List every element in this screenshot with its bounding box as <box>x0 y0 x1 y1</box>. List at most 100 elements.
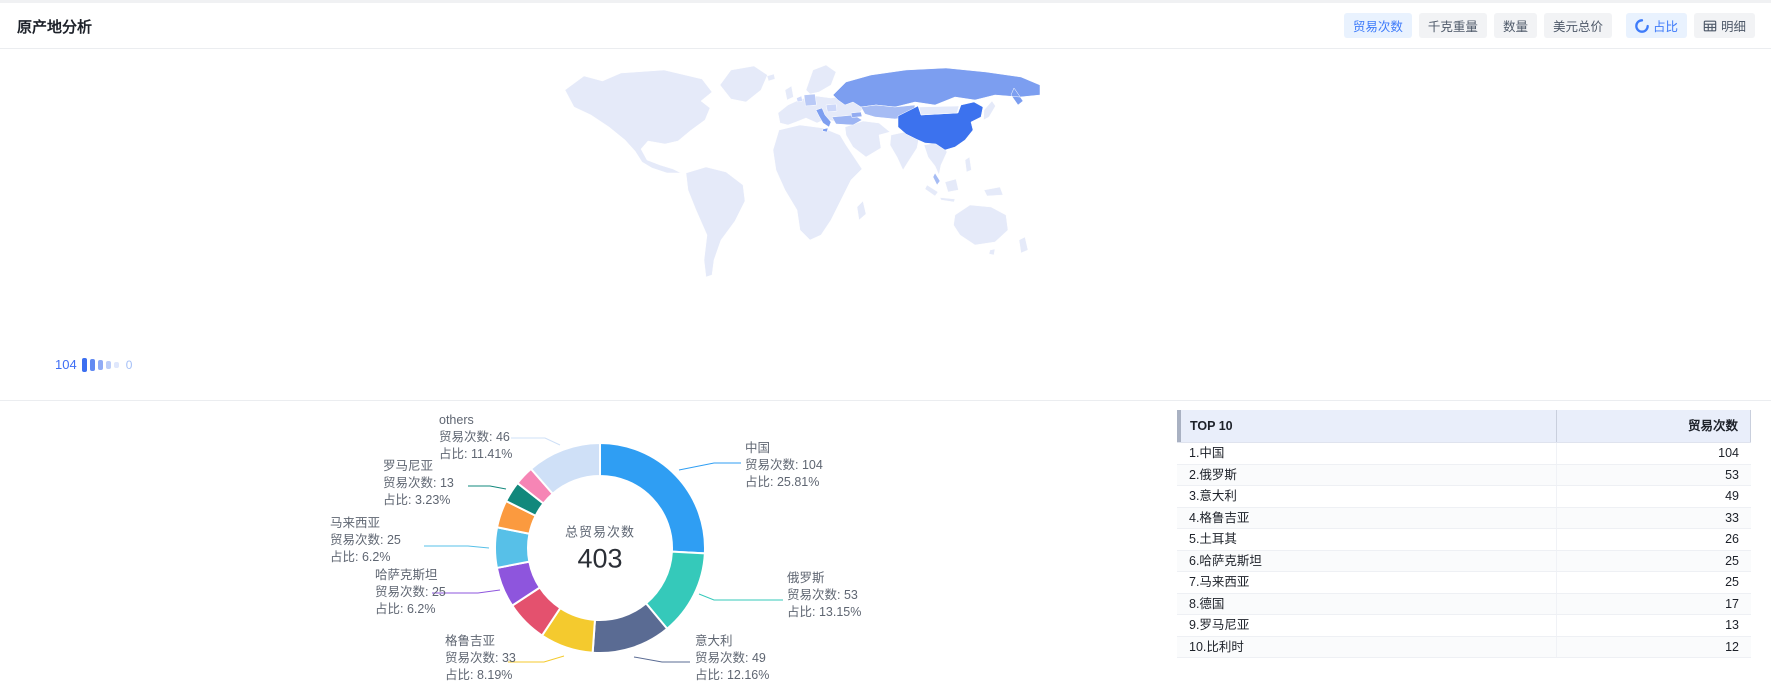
donut-label-kazakhstan: 哈萨克斯坦贸易次数: 25占比: 6.2% <box>375 567 446 618</box>
table-row-3[interactable]: 3.意大利49 <box>1177 486 1751 508</box>
map-landmass-sumatra <box>925 185 938 196</box>
table-cell-country: 1.中国 <box>1177 443 1557 464</box>
donut-leader-georgia <box>508 656 564 662</box>
map-landmass-philippines <box>965 157 972 172</box>
table-cell-value: 26 <box>1557 529 1751 550</box>
donut-label-georgia: 格鲁吉亚贸易次数: 33占比: 8.19% <box>445 633 516 684</box>
map-region-belgium[interactable] <box>797 96 803 102</box>
map-landmass-greenland <box>720 66 768 102</box>
top10-table: TOP 10 贸易次数 1.中国1042.俄罗斯533.意大利494.格鲁吉亚3… <box>1177 410 1751 658</box>
panel-header: 原产地分析 贸易次数千克重量数量美元总价占比明细 <box>0 3 1771 49</box>
toolbar-button-trade-count[interactable]: 贸易次数 <box>1344 13 1412 38</box>
donut-chart <box>0 401 1100 695</box>
donut-leader-russia <box>699 594 783 600</box>
table-cell-country: 9.罗马尼亚 <box>1177 615 1557 636</box>
table-row-6[interactable]: 6.哈萨克斯坦25 <box>1177 551 1751 573</box>
donut-center-value: 403 <box>565 544 635 575</box>
donut-label-china: 中国贸易次数: 104占比: 25.81% <box>745 440 823 491</box>
map-landmass-new-zealand <box>1019 237 1028 253</box>
map-landmass-madagascar <box>857 201 866 220</box>
table-cell-country: 3.意大利 <box>1177 486 1557 507</box>
map-legend-bar-4 <box>114 362 119 368</box>
donut-label-malaysia: 马来西亚贸易次数: 25占比: 6.2% <box>330 515 401 566</box>
map-region-germany[interactable] <box>804 94 817 106</box>
table-cell-value: 13 <box>1557 615 1751 636</box>
donut-label-romania: 罗马尼亚贸易次数: 13占比: 3.23% <box>383 458 454 509</box>
bottom-section: 总贸易次数 403 中国贸易次数: 104占比: 25.81% 俄罗斯贸易次数: … <box>0 401 1771 695</box>
map-region-romania[interactable] <box>826 104 837 112</box>
map-legend-bar-2 <box>98 360 103 370</box>
origin-analysis-panel: 原产地分析 贸易次数千克重量数量美元总价占比明细 <box>0 0 1771 695</box>
map-legend-bar-0 <box>82 358 87 372</box>
map-landmass-borneo <box>945 179 959 192</box>
table-cell-value: 49 <box>1557 486 1751 507</box>
page-title: 原产地分析 <box>17 16 92 37</box>
table-cell-country: 4.格鲁吉亚 <box>1177 508 1557 529</box>
map-legend[interactable]: 104 0 <box>55 357 132 372</box>
map-legend-bar-3 <box>106 361 111 369</box>
pie-chart-icon <box>1635 19 1649 33</box>
map-landmass-middle-east <box>845 121 890 157</box>
map-landmass-japan <box>984 101 996 120</box>
map-landmass-australia <box>954 205 1009 245</box>
map-landmass-uk <box>785 86 794 100</box>
table-cell-value: 12 <box>1557 637 1751 658</box>
map-section: 104 0 <box>0 49 1771 401</box>
table-cell-country: 6.哈萨克斯坦 <box>1177 551 1557 572</box>
table-row-2[interactable]: 2.俄罗斯53 <box>1177 465 1751 487</box>
table-body: 1.中国1042.俄罗斯533.意大利494.格鲁吉亚335.土耳其266.哈萨… <box>1177 443 1751 658</box>
table-row-5[interactable]: 5.土耳其26 <box>1177 529 1751 551</box>
donut-leader-others <box>511 438 560 445</box>
map-landmass-new-guinea <box>984 187 1003 196</box>
map-legend-bar-1 <box>90 359 95 371</box>
donut-leader-malaysia <box>424 546 489 548</box>
table-cell-value: 33 <box>1557 508 1751 529</box>
donut-label-others: others贸易次数: 46占比: 11.41% <box>439 412 512 463</box>
map-landmass-iceland <box>767 74 775 81</box>
table-row-7[interactable]: 7.马来西亚25 <box>1177 572 1751 594</box>
table-row-8[interactable]: 8.德国17 <box>1177 594 1751 616</box>
toolbar-button-quantity[interactable]: 数量 <box>1494 13 1537 38</box>
table-cell-country: 8.德国 <box>1177 594 1557 615</box>
donut-center-label: 总贸易次数 <box>565 522 635 541</box>
toolbar: 贸易次数千克重量数量美元总价占比明细 <box>1337 13 1755 38</box>
donut-label-russia: 俄罗斯贸易次数: 53占比: 13.15% <box>787 570 861 621</box>
map-region-russia[interactable] <box>833 68 1040 107</box>
toolbar-button-detail[interactable]: 明细 <box>1694 13 1755 38</box>
table-header-row: TOP 10 贸易次数 <box>1177 410 1751 443</box>
table-cell-country: 10.比利时 <box>1177 637 1557 658</box>
toolbar-button-kg-weight[interactable]: 千克重量 <box>1419 13 1487 38</box>
toolbar-button-usd-total[interactable]: 美元总价 <box>1544 13 1612 38</box>
table-row-10[interactable]: 10.比利时12 <box>1177 637 1751 659</box>
table-cell-value: 17 <box>1557 594 1751 615</box>
table-grid-icon <box>1703 19 1717 33</box>
map-landmass-africa <box>773 125 862 240</box>
donut-label-italy: 意大利贸易次数: 49占比: 12.16% <box>695 633 769 684</box>
map-legend-bars <box>82 358 122 372</box>
table-cell-country: 2.俄罗斯 <box>1177 465 1557 486</box>
map-legend-min: 0 <box>126 358 133 372</box>
table-row-4[interactable]: 4.格鲁吉亚33 <box>1177 508 1751 530</box>
map-landmass-north-america <box>565 70 712 173</box>
map-region-georgia[interactable] <box>851 112 862 118</box>
table-cell-value: 53 <box>1557 465 1751 486</box>
donut-leader-romania <box>468 486 506 489</box>
table-cell-value: 104 <box>1557 443 1751 464</box>
table-cell-country: 7.马来西亚 <box>1177 572 1557 593</box>
map-legend-max: 104 <box>55 357 77 372</box>
donut-leader-italy <box>634 657 690 662</box>
world-map[interactable] <box>545 59 1045 309</box>
map-landmass-java <box>940 198 955 203</box>
table-cell-value: 25 <box>1557 551 1751 572</box>
table-row-9[interactable]: 9.罗马尼亚13 <box>1177 615 1751 637</box>
donut-center-total: 总贸易次数 403 <box>565 522 635 575</box>
toolbar-button-proportion[interactable]: 占比 <box>1626 13 1687 38</box>
table-row-1[interactable]: 1.中国104 <box>1177 443 1751 465</box>
map-landmass-tasmania <box>989 249 995 255</box>
map-landmass-scandinavia <box>806 65 836 94</box>
table-cell-value: 25 <box>1557 572 1751 593</box>
table-cell-country: 5.土耳其 <box>1177 529 1557 550</box>
table-header-top10: TOP 10 <box>1177 410 1557 442</box>
map-landmass-south-america <box>686 167 745 277</box>
donut-leader-china <box>679 463 741 470</box>
